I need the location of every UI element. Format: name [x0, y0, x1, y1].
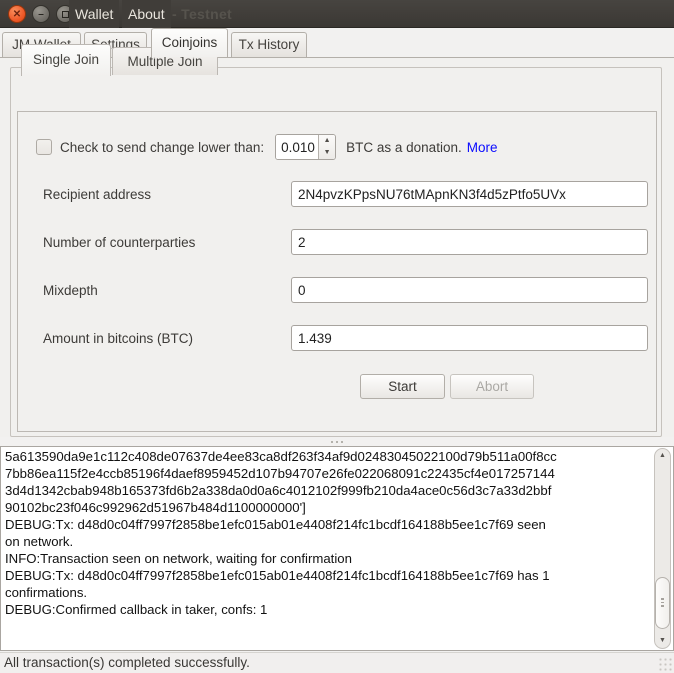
mixdepth-label: Mixdepth — [43, 283, 293, 298]
abort-button: Abort — [450, 374, 534, 399]
tab-tx-history[interactable]: Tx History — [231, 32, 307, 57]
resize-grip[interactable] — [659, 658, 673, 672]
donation-suffix: BTC as a donation. — [346, 140, 462, 155]
log-line: DEBUG:Tx: d48d0c04ff7997f2858be1efc015ab… — [5, 516, 651, 533]
window-title: - Testnet — [172, 0, 232, 28]
donation-checkbox[interactable] — [36, 139, 52, 155]
menu-about[interactable]: About — [122, 0, 171, 28]
log-line: 7bb86ea115f2e4ccb85196f4daef8959452d107b… — [5, 465, 651, 482]
log-output[interactable]: 5a613590da9e1c112c408de07637de4ee83ca8df… — [0, 446, 674, 651]
log-line: on network. — [5, 533, 651, 550]
single-join-pane: Check to send change lower than: ▲ ▼ BTC… — [17, 111, 657, 432]
scrollbar-thumb[interactable] — [655, 577, 670, 629]
donation-spinbox: ▲ ▼ — [275, 134, 336, 160]
minimize-button[interactable]: – — [32, 5, 50, 23]
log-line: 5a613590da9e1c112c408de07637de4ee83ca8df… — [5, 448, 651, 465]
counterparties-input[interactable] — [291, 229, 648, 255]
donation-row: Check to send change lower than: ▲ ▼ BTC… — [36, 134, 497, 160]
counterparties-label: Number of counterparties — [43, 235, 293, 250]
amount-label: Amount in bitcoins (BTC) — [43, 331, 293, 346]
scroll-down-icon[interactable]: ▼ — [655, 634, 670, 648]
splitter-handle[interactable] — [0, 437, 674, 446]
start-button[interactable]: Start — [360, 374, 445, 399]
more-link[interactable]: More — [467, 140, 498, 155]
log-line: 3d4d1342cbab948b165373fd6b2a338da0d0a6c4… — [5, 482, 651, 499]
amount-input[interactable] — [291, 325, 648, 351]
recipient-address-input[interactable] — [291, 181, 648, 207]
coinjoin-frame: Single Join Multiple Join Check to send … — [10, 67, 662, 437]
donation-amount-input[interactable] — [276, 135, 318, 159]
mixdepth-input[interactable] — [291, 277, 648, 303]
recipient-address-label: Recipient address — [43, 187, 293, 202]
maximize-icon — [62, 11, 69, 18]
spinner-arrows: ▲ ▼ — [318, 135, 335, 159]
log-line: DEBUG:Tx: d48d0c04ff7997f2858be1efc015ab… — [5, 567, 651, 584]
log-line: INFO:Transaction seen on network, waitin… — [5, 550, 651, 567]
status-bar: All transaction(s) completed successfull… — [0, 652, 674, 673]
titlebar: ✕ – - Testnet Wallet About — [0, 0, 674, 28]
joinmarket-window: ✕ – - Testnet Wallet About Single Join M… — [0, 0, 674, 673]
log-lines: 5a613590da9e1c112c408de07637de4ee83ca8df… — [5, 448, 651, 618]
log-line: 90102bc23f046c992962d51967b484d110000000… — [5, 499, 651, 516]
spin-up-icon[interactable]: ▲ — [319, 135, 335, 147]
scroll-up-icon[interactable]: ▲ — [655, 449, 670, 463]
splitter-dots-icon — [331, 441, 343, 443]
donation-label: Check to send change lower than: — [60, 140, 264, 155]
coinjoins-tab-page: Single Join Multiple Join Check to send … — [0, 57, 674, 437]
log-line: confirmations. — [5, 584, 651, 601]
scrollbar-grip-icon — [661, 598, 664, 607]
log-scrollbar[interactable]: ▲ ▼ — [654, 448, 671, 649]
spin-down-icon[interactable]: ▼ — [319, 147, 335, 159]
menu-wallet[interactable]: Wallet — [69, 0, 119, 28]
close-button[interactable]: ✕ — [8, 5, 26, 23]
tab-single-join[interactable]: Single Join — [21, 44, 111, 76]
log-line: DEBUG:Confirmed callback in taker, confs… — [5, 601, 651, 618]
tab-coinjoins[interactable]: Coinjoins — [151, 28, 228, 57]
status-message: All transaction(s) completed successfull… — [4, 655, 250, 670]
